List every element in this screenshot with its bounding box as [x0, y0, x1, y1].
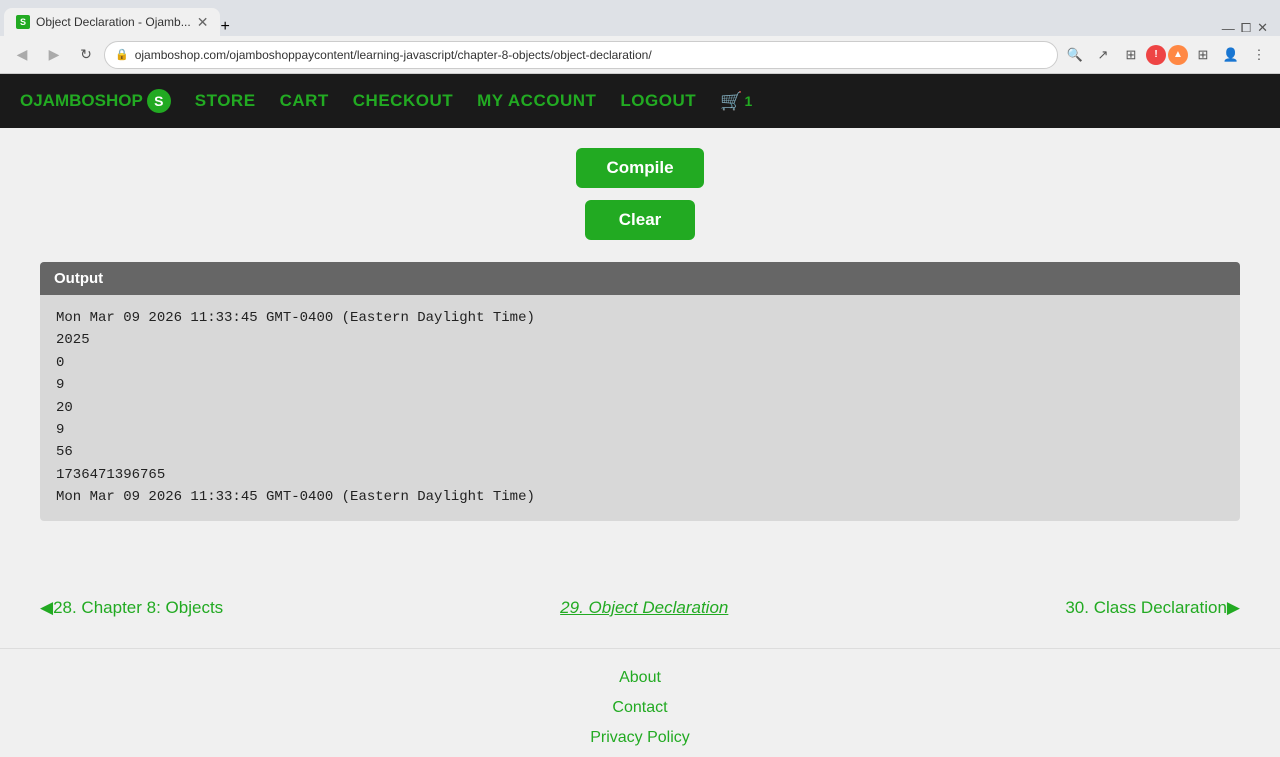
- next-chapter-link[interactable]: 30. Class Declaration▶: [1065, 598, 1240, 618]
- tab-close-button[interactable]: ✕: [197, 14, 209, 31]
- cart-count: 1: [745, 93, 753, 109]
- tab-favicon: S: [16, 15, 30, 29]
- main-content: Compile Clear Output Mon Mar 09 2026 11:…: [0, 128, 1280, 578]
- logo-text: OJAMBOSHOP: [20, 91, 143, 111]
- address-bar[interactable]: 🔒 ojamboshop.com/ojamboshoppaycontent/le…: [104, 41, 1058, 69]
- extension-orange-icon[interactable]: ▲: [1168, 45, 1188, 65]
- output-line: 56: [56, 441, 1224, 463]
- site-logo: OJAMBOSHOP S: [20, 89, 171, 113]
- new-tab-button[interactable]: +: [220, 18, 229, 36]
- button-area: Compile Clear: [40, 148, 1240, 252]
- browser-chrome: S Object Declaration - Ojamb... ✕ + — ⧠ …: [0, 0, 1280, 74]
- nav-checkout[interactable]: CHECKOUT: [353, 91, 453, 111]
- clear-button[interactable]: Clear: [585, 200, 695, 240]
- footer: About Contact Privacy Policy: [0, 648, 1280, 757]
- output-header: Output: [40, 262, 1240, 295]
- tab-bar: S Object Declaration - Ojamb... ✕ + — ⧠ …: [0, 0, 1280, 36]
- minimize-button[interactable]: —: [1222, 21, 1235, 36]
- cart-icon[interactable]: 🛒1: [720, 91, 752, 112]
- output-line: 9: [56, 419, 1224, 441]
- lock-icon: 🔒: [115, 48, 129, 61]
- close-window-button[interactable]: ✕: [1257, 20, 1268, 36]
- nav-cart[interactable]: CART: [280, 91, 329, 111]
- footer-about[interactable]: About: [619, 669, 661, 687]
- logo-s-icon: S: [147, 89, 171, 113]
- output-box: Output Mon Mar 09 2026 11:33:45 GMT-0400…: [40, 262, 1240, 521]
- chapter-nav: ◀28. Chapter 8: Objects 29. Object Decla…: [0, 578, 1280, 638]
- menu-button[interactable]: ⋮: [1246, 42, 1272, 68]
- output-body: Mon Mar 09 2026 11:33:45 GMT-0400 (Easte…: [40, 295, 1240, 521]
- output-line: 2025: [56, 329, 1224, 351]
- profile-button[interactable]: 👤: [1218, 42, 1244, 68]
- nav-my-account[interactable]: MY ACCOUNT: [477, 91, 596, 111]
- prev-chapter-link[interactable]: ◀28. Chapter 8: Objects: [40, 598, 223, 618]
- footer-contact[interactable]: Contact: [612, 699, 667, 717]
- back-button[interactable]: ◀: [8, 41, 36, 69]
- toolbar-icons: 🔍 ↗ ⊞ ! ▲ ⊞ 👤 ⋮: [1062, 42, 1272, 68]
- rss-button[interactable]: ⊞: [1118, 42, 1144, 68]
- nav-store[interactable]: STORE: [195, 91, 256, 111]
- tab-title: Object Declaration - Ojamb...: [36, 15, 191, 29]
- refresh-button[interactable]: ↻: [72, 41, 100, 69]
- compile-button[interactable]: Compile: [576, 148, 703, 188]
- share-button[interactable]: ↗: [1090, 42, 1116, 68]
- forward-button[interactable]: ▶: [40, 41, 68, 69]
- maximize-button[interactable]: ⧠: [1241, 20, 1251, 36]
- search-button[interactable]: 🔍: [1062, 42, 1088, 68]
- output-line: 1736471396765: [56, 464, 1224, 486]
- output-line: 20: [56, 397, 1224, 419]
- output-line: Mon Mar 09 2026 11:33:45 GMT-0400 (Easte…: [56, 486, 1224, 508]
- output-line: Mon Mar 09 2026 11:33:45 GMT-0400 (Easte…: [56, 307, 1224, 329]
- extension-red-icon[interactable]: !: [1146, 45, 1166, 65]
- url-text: ojamboshop.com/ojamboshoppaycontent/lear…: [135, 48, 652, 62]
- browser-tab[interactable]: S Object Declaration - Ojamb... ✕: [4, 8, 220, 36]
- output-line: 0: [56, 352, 1224, 374]
- nav-logout[interactable]: LOGOUT: [620, 91, 696, 111]
- browser-toolbar: ◀ ▶ ↻ 🔒 ojamboshop.com/ojamboshoppaycont…: [0, 36, 1280, 74]
- site-nav: OJAMBOSHOP S STORE CART CHECKOUT MY ACCO…: [0, 74, 1280, 128]
- footer-privacy[interactable]: Privacy Policy: [590, 729, 690, 747]
- current-chapter: 29. Object Declaration: [560, 598, 728, 618]
- output-line: 9: [56, 374, 1224, 396]
- extensions-button[interactable]: ⊞: [1190, 42, 1216, 68]
